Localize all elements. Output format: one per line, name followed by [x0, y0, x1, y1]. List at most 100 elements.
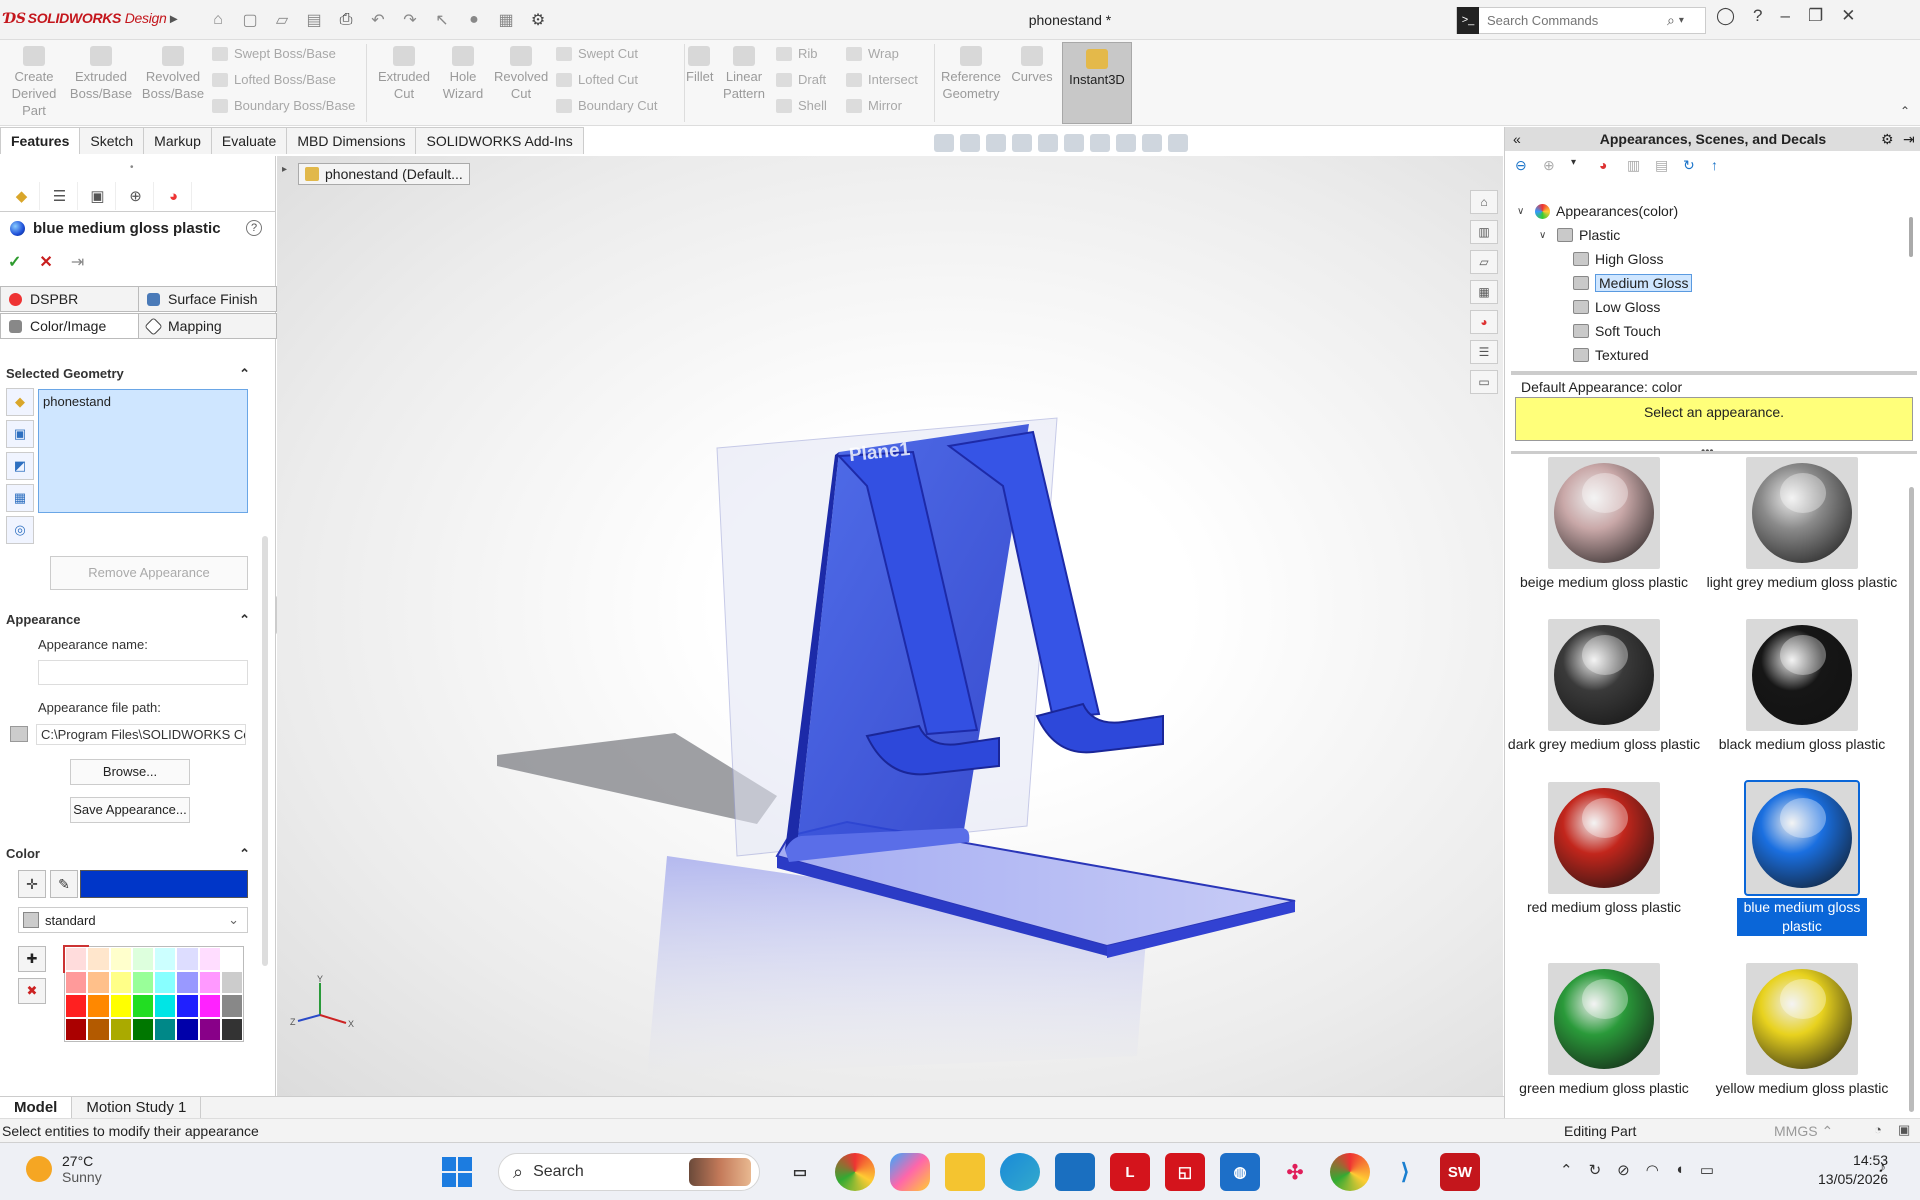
pane-splitter-lower[interactable]	[1511, 451, 1917, 454]
palette-swatch[interactable]	[131, 1017, 154, 1041]
instant3d-button[interactable]: Instant3D	[1062, 42, 1132, 124]
revolved-boss-button[interactable]: Revolved Boss/Base	[138, 40, 208, 102]
task-view-icon[interactable]: ▭	[780, 1153, 820, 1191]
tab-surface-finish[interactable]: Surface Finish	[138, 286, 277, 312]
palette-swatch[interactable]	[176, 970, 199, 994]
dimxpert-icon[interactable]: ⊕	[118, 182, 154, 210]
linear-pattern-button[interactable]: Linear Pattern	[718, 40, 770, 102]
view-palette-icon[interactable]: ▦	[1470, 280, 1498, 304]
pane-splitter[interactable]	[1511, 371, 1917, 375]
select-body-icon[interactable]: ▣	[6, 420, 34, 448]
back-icon[interactable]: ⊖	[1515, 157, 1533, 175]
palette-swatch[interactable]	[220, 970, 243, 994]
zoom-to-area-icon[interactable]	[960, 134, 980, 152]
feature-tree-icon[interactable]: ◆	[4, 182, 40, 210]
palette-swatch[interactable]	[154, 970, 177, 994]
fillet-button[interactable]: Fillet	[686, 40, 713, 85]
boundary-cut-button[interactable]: Boundary Cut	[556, 98, 658, 113]
appearance-swatch[interactable]: beige medium gloss plastic	[1505, 457, 1703, 611]
chevron-down-icon[interactable]: ▾	[1571, 157, 1589, 175]
design-library-icon[interactable]: ▥	[1470, 220, 1498, 244]
palette-swatch[interactable]	[65, 970, 88, 994]
file-explorer-icon[interactable]: ▱	[1470, 250, 1498, 274]
palette-swatch[interactable]	[198, 947, 221, 971]
palette-swatch[interactable]	[220, 1017, 243, 1041]
new-folder-icon[interactable]: ▥	[1627, 157, 1645, 175]
view-settings-icon[interactable]	[1168, 134, 1188, 152]
intersect-button[interactable]: Intersect	[846, 72, 918, 87]
add-swatch-icon[interactable]: ✚	[18, 946, 46, 972]
edge-icon[interactable]	[1000, 1153, 1040, 1191]
file-path-field[interactable]: C:\Program Files\SOLIDWORKS Co	[36, 723, 246, 745]
palette-swatch[interactable]	[109, 994, 132, 1018]
revolved-cut-button[interactable]: Revolved Cut	[494, 40, 548, 102]
gear-icon[interactable]: ⚙	[1881, 127, 1894, 151]
l-app-icon[interactable]: L	[1110, 1153, 1150, 1191]
palette-swatch[interactable]	[198, 970, 221, 994]
lofted-cut-button[interactable]: Lofted Cut	[556, 72, 638, 87]
chevron-up-icon[interactable]: ⌃	[1560, 1161, 1573, 1179]
location-off-icon[interactable]: ⊘	[1617, 1161, 1630, 1179]
file-explorer-icon[interactable]	[945, 1153, 985, 1191]
hide-show-items-icon[interactable]	[1090, 134, 1110, 152]
units-selector[interactable]: MMGS ⌃	[1774, 1123, 1833, 1140]
previous-view-icon[interactable]	[986, 134, 1006, 152]
appearance-swatch[interactable]: blue medium gloss plastic	[1703, 779, 1901, 955]
create-derived-part-button[interactable]: Create Derived Part	[6, 40, 62, 119]
weather-widget[interactable]: 27°C Sunny	[26, 1153, 102, 1185]
tab-mbd-dimensions[interactable]: MBD Dimensions	[286, 127, 417, 154]
solidworks-resources-icon[interactable]: ⌂	[1470, 190, 1498, 214]
redo-icon[interactable]: ↷	[397, 10, 423, 30]
swept-boss-button[interactable]: Swept Boss/Base	[212, 46, 336, 61]
palette-swatch[interactable]	[109, 970, 132, 994]
collapse-chevron-icon[interactable]: ⌃	[239, 846, 250, 862]
collapse-pane-icon[interactable]: «	[1513, 127, 1521, 151]
tree-scrollbar[interactable]	[1909, 217, 1913, 257]
shell-button[interactable]: Shell	[776, 98, 827, 113]
browse-button[interactable]: Browse...	[70, 759, 190, 785]
remove-appearance-button[interactable]: Remove Appearance	[50, 556, 248, 590]
battery-icon[interactable]: ▭	[1700, 1161, 1714, 1179]
boundary-boss-button[interactable]: Boundary Boss/Base	[212, 98, 355, 113]
tab-features[interactable]: Features	[0, 127, 81, 154]
tab-solidworks-addins[interactable]: SOLIDWORKS Add-Ins	[415, 127, 584, 154]
view-orientation-icon[interactable]	[1038, 134, 1058, 152]
pin-icon[interactable]: ⇥	[71, 252, 84, 272]
hole-wizard-button[interactable]: Hole Wizard	[436, 40, 490, 102]
rebuild-status-icon[interactable]: ◔	[1874, 1122, 1882, 1137]
palette-swatch[interactable]	[131, 970, 154, 994]
search-icon[interactable]: ⌕	[1667, 12, 1675, 29]
chrome-profile-icon[interactable]	[1330, 1153, 1370, 1191]
tree-item-textured[interactable]: Textured	[1517, 343, 1897, 367]
collapse-ribbon-icon[interactable]: ⌃	[1900, 104, 1910, 118]
tab-dspbr[interactable]: DSPBR	[0, 286, 139, 312]
section-view-icon[interactable]	[1012, 134, 1032, 152]
palette-swatch[interactable]	[87, 1017, 110, 1041]
save-icon[interactable]: ▤	[301, 10, 327, 30]
curves-button[interactable]: Curves	[1008, 40, 1056, 85]
collapse-chevron-icon[interactable]: ⌃	[239, 366, 250, 382]
configuration-manager-icon[interactable]: ▣	[80, 182, 116, 210]
custom-properties-icon[interactable]: ☰	[1470, 340, 1498, 364]
selected-geometry-header[interactable]: Selected Geometry ⌃	[6, 366, 250, 382]
reference-geometry-button[interactable]: Reference Geometry	[938, 40, 1004, 102]
slack-icon[interactable]: ✣	[1275, 1153, 1315, 1191]
palette-swatch[interactable]	[176, 1017, 199, 1041]
pin-icon[interactable]: ⇥	[1903, 127, 1915, 151]
tree-root-appearances[interactable]: ∨ Appearances(color)	[1517, 199, 1897, 223]
rebuild-icon[interactable]: ●	[461, 11, 487, 29]
add-location-icon[interactable]: ▤	[1655, 157, 1673, 175]
save-appearance-button[interactable]: Save Appearance...	[70, 797, 190, 823]
acrobat-icon[interactable]: ◱	[1165, 1153, 1205, 1191]
palette-swatch[interactable]	[65, 994, 88, 1018]
vscode-icon[interactable]: ⟩	[1385, 1153, 1425, 1191]
expand-chevron-icon[interactable]: ∨	[1539, 230, 1551, 241]
undo-icon[interactable]: ↶	[365, 10, 391, 30]
solidworks-taskbar-icon[interactable]: SW	[1440, 1153, 1480, 1191]
appearance-swatch[interactable]: dark grey medium gloss plastic	[1505, 619, 1703, 773]
customize-status-icon[interactable]: ▣	[1898, 1122, 1910, 1138]
select-icon[interactable]: ↖	[429, 10, 455, 30]
remove-swatch-icon[interactable]: ✖	[18, 978, 46, 1004]
minimize-icon[interactable]: –	[1781, 6, 1790, 26]
wrap-button[interactable]: Wrap	[846, 46, 899, 61]
